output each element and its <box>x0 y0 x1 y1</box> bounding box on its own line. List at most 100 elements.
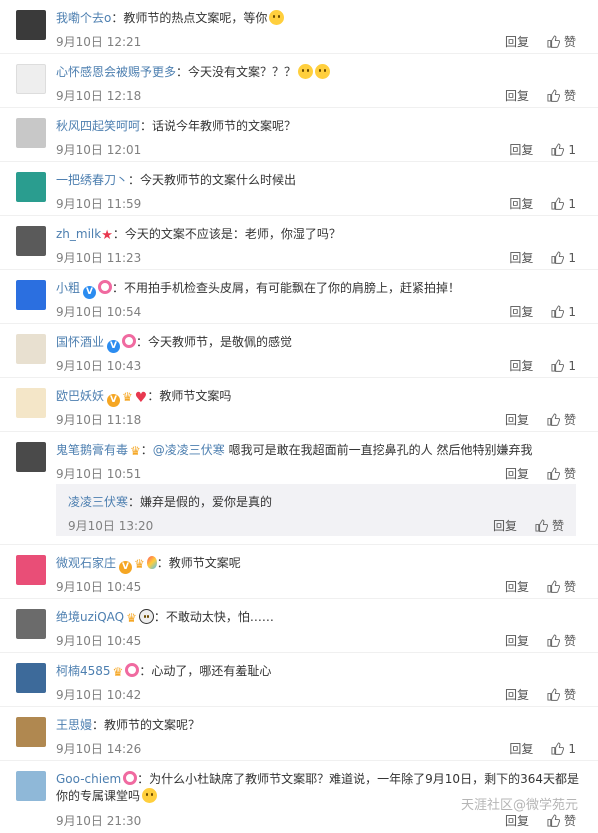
like-button[interactable]: 1 <box>551 359 576 373</box>
donut-badge-icon <box>123 771 138 785</box>
like-button[interactable]: 1 <box>551 742 576 756</box>
reply-button[interactable]: 回复 <box>505 33 529 50</box>
list-item: 一把绣春刀丶：今天教师节的文案什么时候出 9月10日 11:59 回复 1 <box>0 162 598 216</box>
reply-button[interactable]: 回复 <box>509 195 533 212</box>
like-button[interactable]: 赞 <box>547 632 576 649</box>
avatar[interactable] <box>16 172 46 202</box>
like-button[interactable]: 赞 <box>535 517 564 534</box>
list-item: 绝境uziQAQ ♛ ：不敢动太快，怕…… 9月10日 10:45 回复 赞 <box>0 599 598 653</box>
avatar[interactable] <box>16 10 46 40</box>
like-button[interactable]: 赞 <box>547 812 576 829</box>
user-name[interactable]: 欧巴妖妖 <box>56 389 104 403</box>
like-button[interactable]: 1 <box>551 197 576 211</box>
like-button[interactable]: 赞 <box>547 465 576 482</box>
thumb-up-icon <box>547 688 560 701</box>
thumb-up-icon <box>547 467 560 480</box>
list-item: 王思嫚：教师节的文案呢？ 9月10日 14:26 回复 1 <box>0 707 598 761</box>
avatar[interactable] <box>16 609 46 639</box>
emoji-icon <box>142 788 158 803</box>
user-name[interactable]: zh_milk <box>56 227 101 241</box>
comment-text: ：今天教师节，是敬佩的感觉 <box>136 335 293 349</box>
timestamp: 9月10日 10:51 <box>56 467 142 481</box>
user-name[interactable]: Goo-chiem <box>56 772 121 786</box>
user-name[interactable]: 绝境uziQAQ <box>56 610 124 624</box>
avatar[interactable] <box>16 280 46 310</box>
like-button[interactable]: 1 <box>551 251 576 265</box>
comment-text: ：教师节文案呢 <box>156 556 241 570</box>
like-button[interactable]: 赞 <box>547 411 576 428</box>
comment-text: ：教师节的热点文案呢，等你 <box>111 11 268 25</box>
comment-text: ：不敢动太快，怕…… <box>153 610 274 624</box>
avatar[interactable] <box>16 226 46 256</box>
avatar[interactable] <box>16 442 46 472</box>
reply-button[interactable]: 回复 <box>493 517 517 534</box>
avatar[interactable] <box>16 663 46 693</box>
list-item: 国怀酒业 V ：今天教师节，是敬佩的感觉 9月10日 10:43 回复 1 <box>0 324 598 378</box>
like-label: 赞 <box>563 35 576 49</box>
avatar[interactable] <box>16 717 46 747</box>
user-name[interactable]: 我嘞个去o <box>56 11 111 25</box>
timestamp: 9月10日 21:30 <box>56 814 142 828</box>
comment-text: ：不用拍手机检查头皮屑，有可能飘在了你的肩膀上，赶紧拍掉！ <box>112 281 461 295</box>
reply-button[interactable]: 回复 <box>505 465 529 482</box>
user-name[interactable]: 柯楠4585 <box>56 664 111 678</box>
comment-text: ：心动了，哪还有羞耻心 <box>139 664 272 678</box>
like-label: 赞 <box>563 634 576 648</box>
comment-text: ：话说今年教师节的文案呢？ <box>140 119 297 133</box>
like-button[interactable]: 1 <box>551 305 576 319</box>
crown-icon: ♛ <box>134 557 145 571</box>
user-name[interactable]: 一把绣春刀丶 <box>56 173 128 187</box>
avatar[interactable] <box>16 334 46 364</box>
avatar[interactable] <box>16 771 46 801</box>
thumb-up-icon <box>547 35 560 48</box>
like-button[interactable]: 1 <box>551 143 576 157</box>
avatar[interactable] <box>16 118 46 148</box>
donut-badge-icon <box>125 663 140 677</box>
reply-button[interactable]: 回复 <box>505 812 529 829</box>
avatar[interactable] <box>16 64 46 94</box>
rabbit-badge-icon <box>98 280 113 294</box>
avatar[interactable] <box>16 555 46 585</box>
like-button[interactable]: 赞 <box>547 33 576 50</box>
user-name[interactable]: 王思嫚 <box>56 718 92 732</box>
comment-text: 嗯我可是敢在我超面前一直挖鼻孔的人 然后他特别嫌弃我 <box>224 443 533 457</box>
user-name[interactable]: 鬼笔鹅膏有毒 <box>56 443 128 457</box>
mention-link[interactable]: @凌凌三伏寒 <box>153 443 225 457</box>
user-name[interactable]: 秋风四起笑呵呵 <box>56 119 140 133</box>
reply-button[interactable]: 回复 <box>509 740 533 757</box>
verified-icon: V <box>107 340 121 353</box>
comment-list: 我嘞个去o：教师节的热点文案呢，等你 9月10日 12:21 回复 赞 心怀感恩… <box>0 0 598 833</box>
reply-button[interactable]: 回复 <box>505 686 529 703</box>
like-count: 1 <box>568 358 576 373</box>
crown-icon: ♛ <box>112 665 124 679</box>
list-item: 我嘞个去o：教师节的热点文案呢，等你 9月10日 12:21 回复 赞 <box>0 0 598 54</box>
reply-button[interactable]: 回复 <box>509 249 533 266</box>
list-item: zh_milk★：今天的文案不应该是：老师，你湿了吗？ 9月10日 11:23 … <box>0 216 598 270</box>
emoji-icon <box>298 64 314 79</box>
reply-button[interactable]: 回复 <box>509 303 533 320</box>
like-button[interactable]: 赞 <box>547 578 576 595</box>
verified-icon: V <box>107 394 121 407</box>
avatar[interactable] <box>16 388 46 418</box>
like-button[interactable]: 赞 <box>547 87 576 104</box>
like-button[interactable]: 赞 <box>547 686 576 703</box>
user-name[interactable]: 微观石家庄 <box>56 556 116 570</box>
like-label: 赞 <box>563 413 576 427</box>
timestamp: 9月10日 11:23 <box>56 251 142 265</box>
reply-button[interactable]: 回复 <box>509 141 533 158</box>
reply-button[interactable]: 回复 <box>509 357 533 374</box>
reply-button[interactable]: 回复 <box>505 578 529 595</box>
thumb-up-icon <box>551 742 565 755</box>
reply-button[interactable]: 回复 <box>505 632 529 649</box>
user-name[interactable]: 小粗 <box>56 281 80 295</box>
star-icon: ★ <box>101 228 113 243</box>
like-count: 1 <box>568 741 576 756</box>
user-name[interactable]: 国怀酒业 <box>56 335 104 349</box>
like-label: 赞 <box>563 89 576 103</box>
timestamp: 9月10日 10:43 <box>56 359 142 373</box>
reply-button[interactable]: 回复 <box>505 87 529 104</box>
user-name[interactable]: 凌凌三伏寒 <box>68 495 128 509</box>
list-item: 心怀感恩会被赐予更多：今天没有文案？？？ 9月10日 12:18 回复 赞 <box>0 54 598 108</box>
user-name[interactable]: 心怀感恩会被赐予更多 <box>56 65 176 79</box>
reply-button[interactable]: 回复 <box>505 411 529 428</box>
